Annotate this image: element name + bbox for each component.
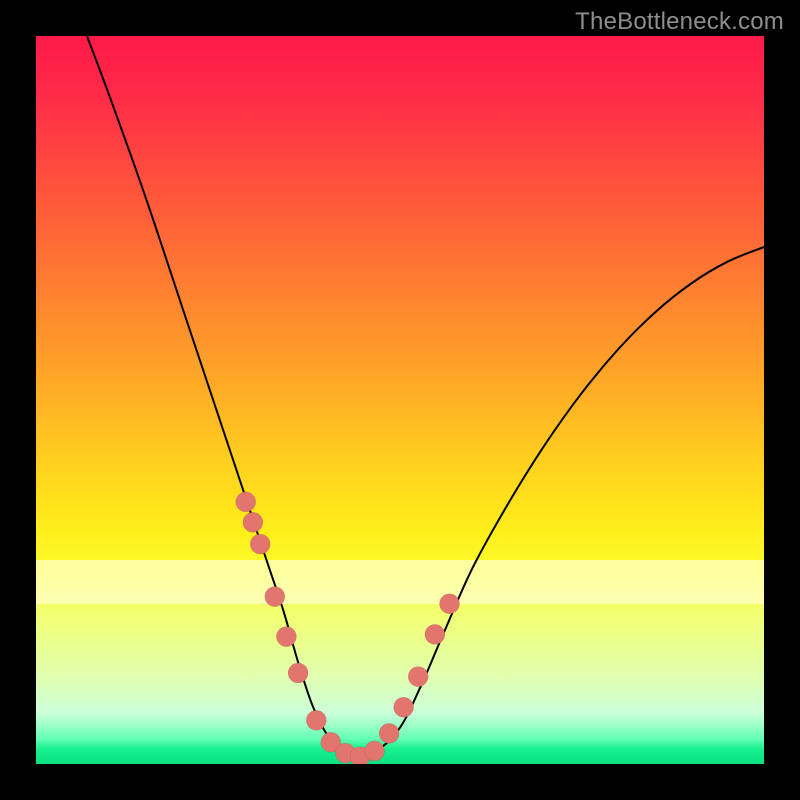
watermark-text: TheBottleneck.com — [575, 8, 784, 36]
plot-area — [36, 36, 764, 764]
highlight-dot — [408, 667, 428, 687]
highlight-dot — [440, 594, 460, 614]
highlight-dot — [243, 512, 263, 532]
highlight-dots — [236, 492, 460, 764]
curve-layer — [36, 36, 764, 764]
highlight-dot — [288, 663, 308, 683]
highlight-dot — [236, 492, 256, 512]
highlight-dot — [265, 587, 285, 607]
highlight-dot — [365, 741, 385, 761]
highlight-dot — [379, 723, 399, 743]
highlight-dot — [394, 697, 414, 717]
highlight-dot — [306, 710, 326, 730]
highlight-dot — [276, 627, 296, 647]
highlight-dot — [250, 534, 270, 554]
chart-stage: TheBottleneck.com — [0, 0, 800, 800]
highlight-dot — [425, 624, 445, 644]
bottleneck-curve — [87, 36, 764, 757]
